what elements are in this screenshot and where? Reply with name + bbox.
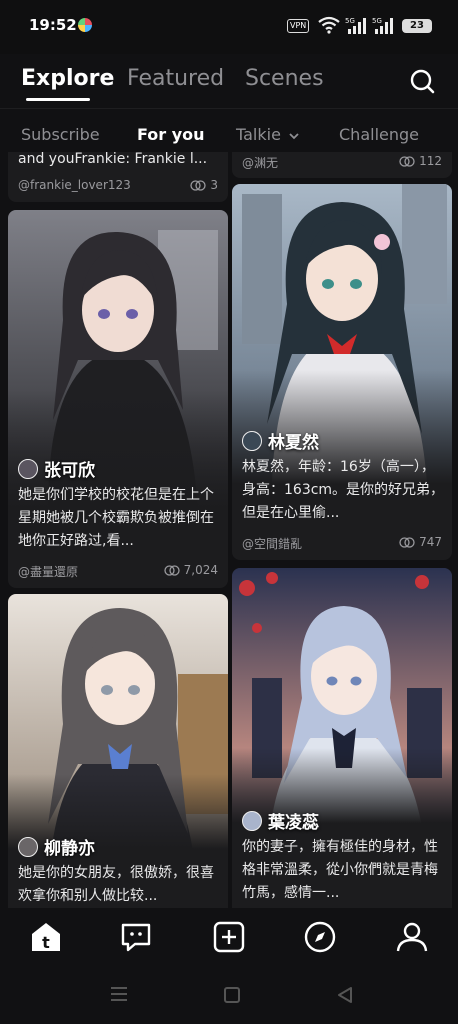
card-description: 她是你们学校的校花但是在上个星期她被几个校霸欺负被推倒在地你正好路过,看... (18, 487, 214, 549)
subtab-challenge[interactable]: Challenge (339, 125, 419, 144)
card-author: @frankie_lover123 (18, 178, 131, 192)
chat-count-value: 112 (419, 154, 442, 168)
profile-icon[interactable] (395, 920, 429, 954)
card-description: 你的妻子，擁有極佳的身材，性格非常溫柔，從小你們就是青梅竹馬，感情一... (242, 839, 438, 901)
character-name: 葉凌蕊 (268, 813, 319, 833)
avatar (242, 430, 262, 451)
card-name: 葉凌蕊 (242, 808, 319, 833)
card-author: @盡量還原 (18, 565, 79, 579)
card-name: 柳静亦 (18, 834, 95, 859)
app-notification-icon (78, 18, 92, 32)
chat-count-icon (399, 155, 415, 167)
chat-count-icon (399, 536, 415, 548)
card-name: 张可欣 (18, 456, 95, 481)
card-chat-count: 747 (399, 535, 442, 549)
back-icon[interactable] (337, 986, 353, 1004)
svg-text:5G: 5G (372, 17, 382, 25)
character-card[interactable]: 张可欣 她是你们学校的校花但是在上个星期她被几个校霸欺负被推倒在地你正好路过,看… (8, 210, 228, 588)
subtab-talkie-label: Talkie (236, 125, 281, 144)
card-name: 林夏然 (242, 428, 319, 453)
card-chat-count: 3 (190, 178, 218, 192)
chat-count-icon (190, 179, 207, 191)
top-tab-bar: Explore Featured Scenes (0, 56, 458, 106)
card-description: and youFrankie: Frankie l... (18, 152, 208, 167)
bottom-nav: t (0, 908, 458, 968)
active-tab-indicator (26, 98, 90, 101)
character-card[interactable]: 葉凌蕊 你的妻子，擁有極佳的身材，性格非常溫柔，從小你們就是青梅竹馬，感情一..… (232, 568, 452, 908)
character-card[interactable]: @渊无 112 (232, 152, 452, 178)
subtab-talkie[interactable]: Talkie (236, 125, 299, 144)
chat-icon[interactable] (119, 920, 153, 954)
character-feed: and youFrankie: Frankie l... @frankie_lo… (0, 152, 458, 908)
search-icon[interactable] (409, 68, 435, 94)
character-name: 林夏然 (268, 433, 319, 453)
card-author: @空間錯亂 (242, 537, 303, 551)
avatar (18, 836, 38, 857)
home-square-icon[interactable] (223, 986, 241, 1004)
card-chat-count: 112 (399, 154, 442, 168)
compass-icon[interactable] (303, 920, 337, 954)
svg-text:t: t (42, 933, 50, 952)
card-description: 林夏然，年龄：16岁（高一），身高：163cm。是你的好兄弟，但是在心里偷... (242, 459, 445, 521)
signal-icon: 5G (345, 17, 366, 34)
wifi-icon (318, 16, 340, 34)
home-icon[interactable]: t (29, 920, 63, 954)
signal-icon-2: 5G (372, 17, 393, 34)
chat-count-value: 3 (210, 178, 218, 192)
tab-explore[interactable]: Explore (21, 66, 114, 91)
avatar (18, 458, 38, 479)
character-card[interactable]: 柳静亦 她是你的女朋友，很傲娇，很喜欢拿你和别人做比较... (8, 594, 228, 908)
avatar (242, 810, 262, 831)
chat-count-value: 747 (419, 535, 442, 549)
create-icon[interactable] (212, 920, 246, 954)
status-time: 19:52 (29, 16, 77, 34)
character-card[interactable]: and youFrankie: Frankie l... @frankie_lo… (8, 152, 228, 202)
card-description: 她是你的女朋友，很傲娇，很喜欢拿你和别人做比较... (18, 865, 214, 904)
subtab-for-you[interactable]: For you (137, 125, 205, 144)
battery-indicator: 23 (402, 19, 432, 33)
chevron-down-icon (289, 133, 299, 140)
character-name: 张可欣 (44, 461, 95, 481)
tab-featured[interactable]: Featured (127, 66, 224, 91)
chat-count-value: 7,024 (183, 563, 218, 577)
status-bar: 19:52 VPN 5G 5G 23 (0, 0, 458, 54)
vpn-badge: VPN (287, 19, 310, 33)
card-author: @渊无 (242, 156, 279, 170)
card-chat-count: 7,024 (163, 563, 218, 577)
menu-icon[interactable] (110, 986, 128, 1002)
character-name: 柳静亦 (44, 839, 95, 859)
subtab-subscribe[interactable]: Subscribe (21, 125, 100, 144)
chat-count-icon (163, 564, 180, 576)
sub-tab-bar: Subscribe For you Talkie Challenge (0, 108, 458, 152)
character-card[interactable]: 林夏然 林夏然，年龄：16岁（高一），身高：163cm。是你的好兄弟，但是在心里… (232, 184, 452, 560)
svg-text:5G: 5G (345, 17, 355, 25)
tab-scenes[interactable]: Scenes (245, 66, 324, 91)
system-nav-bar (0, 968, 458, 1024)
